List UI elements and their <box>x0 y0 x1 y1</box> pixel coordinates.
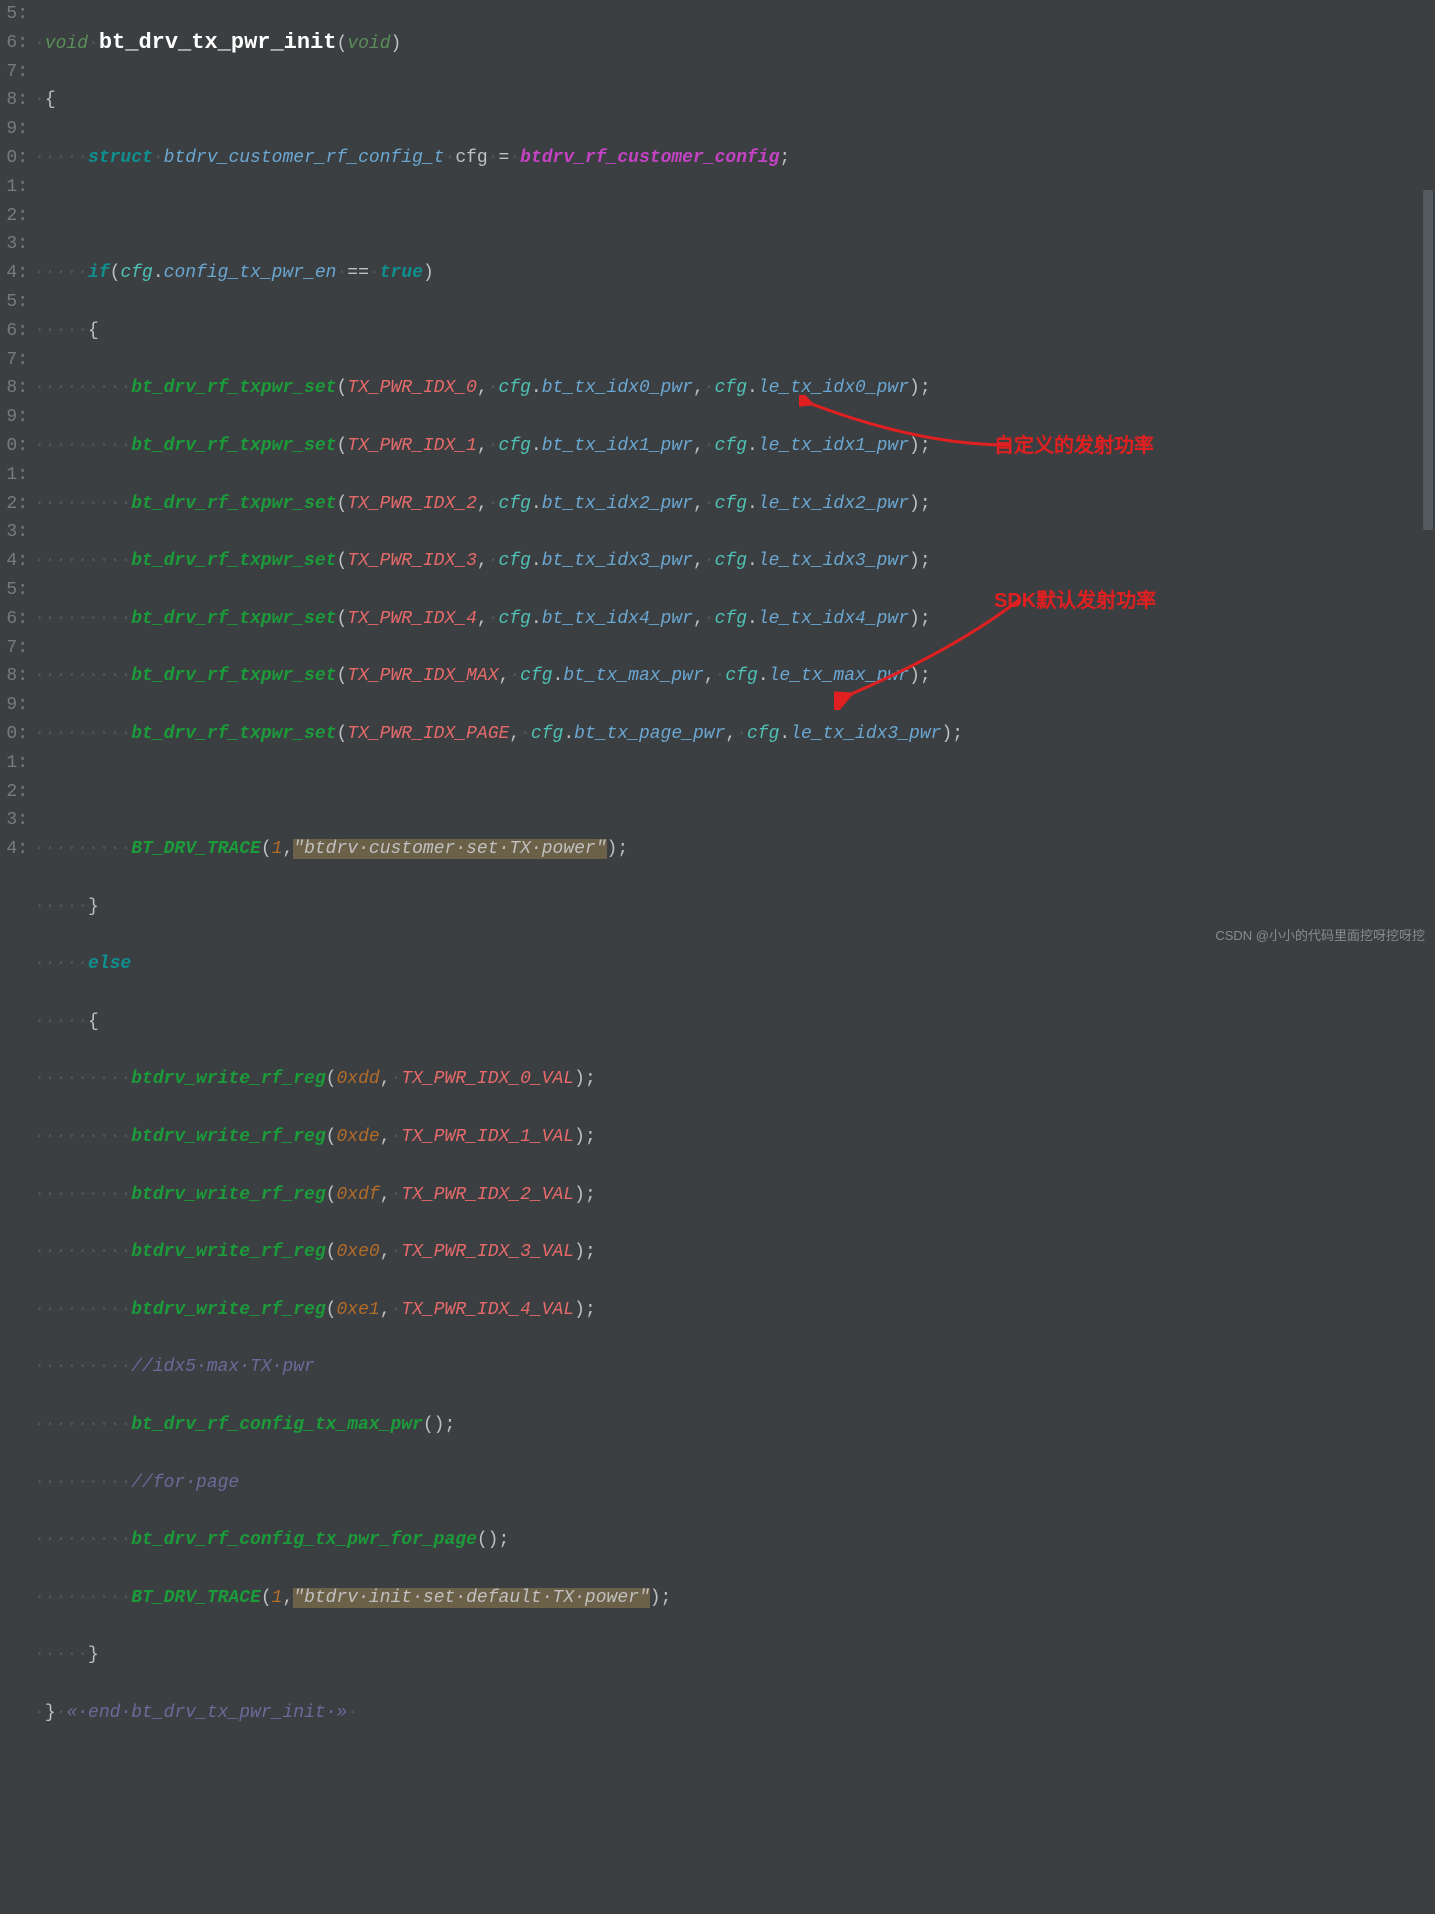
code-line[interactable]: ·········btdrv_write_rf_reg(0xde,·TX_PWR… <box>34 1123 1435 1152</box>
code-line[interactable]: ·········btdrv_write_rf_reg(0xe0,·TX_PWR… <box>34 1238 1435 1267</box>
code-line[interactable]: ·········bt_drv_rf_txpwr_set(TX_PWR_IDX_… <box>34 605 1435 634</box>
code-line[interactable]: ·········bt_drv_rf_txpwr_set(TX_PWR_IDX_… <box>34 490 1435 519</box>
annotation-sdk-default: SDK默认发射功率 <box>994 587 1156 616</box>
vertical-scrollbar[interactable] <box>1421 0 1435 957</box>
code-line[interactable]: ·········//for·page <box>34 1469 1435 1498</box>
code-line[interactable]: ·········btdrv_write_rf_reg(0xdd,·TX_PWR… <box>34 1065 1435 1094</box>
code-line[interactable]: ·········BT_DRV_TRACE(1,"btdrv·init·set·… <box>34 1584 1435 1613</box>
code-line[interactable]: ·····else <box>34 950 1435 979</box>
code-line[interactable] <box>34 202 1435 231</box>
code-line[interactable]: ·····} <box>34 893 1435 922</box>
code-line[interactable]: ·········bt_drv_rf_txpwr_set(TX_PWR_IDX_… <box>34 432 1435 461</box>
annotation-custom-power: 自定义的发射功率 <box>994 432 1154 461</box>
code-line[interactable]: ·{ <box>34 86 1435 115</box>
code-line[interactable]: ·····if(cfg.config_tx_pwr_en·==·true) <box>34 259 1435 288</box>
code-line[interactable] <box>34 778 1435 807</box>
code-line[interactable]: ·········bt_drv_rf_txpwr_set(TX_PWR_IDX_… <box>34 374 1435 403</box>
code-line[interactable]: ·········BT_DRV_TRACE(1,"btdrv·customer·… <box>34 835 1435 864</box>
code-line[interactable]: ·····{ <box>34 1008 1435 1037</box>
line-gutter: 5:6:7: 8:9:0: 1:2:3: 4:5:6: 7:8:9: 0:1:2… <box>0 0 34 957</box>
code-line[interactable]: ·}·«·end·bt_drv_tx_pwr_init·»· <box>34 1699 1435 1728</box>
code-line[interactable]: ·····struct·btdrv_customer_rf_config_t·c… <box>34 144 1435 173</box>
scrollbar-thumb[interactable] <box>1423 190 1433 530</box>
code-line[interactable]: ·········btdrv_write_rf_reg(0xe1,·TX_PWR… <box>34 1296 1435 1325</box>
code-line[interactable]: ·····} <box>34 1641 1435 1670</box>
watermark-text: CSDN @小小的代码里面挖呀挖呀挖 <box>1215 922 1425 951</box>
arrow-annotation-1-icon <box>799 395 1019 455</box>
code-line[interactable]: ·········bt_drv_rf_txpwr_set(TX_PWR_IDX_… <box>34 547 1435 576</box>
code-line[interactable]: ·········bt_drv_rf_txpwr_set(TX_PWR_IDX_… <box>34 720 1435 749</box>
code-line[interactable]: ·········bt_drv_rf_config_tx_pwr_for_pag… <box>34 1526 1435 1555</box>
code-line[interactable]: ·····{ <box>34 317 1435 346</box>
code-line[interactable]: ·········//idx5·max·TX·pwr <box>34 1353 1435 1382</box>
code-line[interactable]: ·········btdrv_write_rf_reg(0xdf,·TX_PWR… <box>34 1181 1435 1210</box>
code-line[interactable]: ·········bt_drv_rf_config_tx_max_pwr(); <box>34 1411 1435 1440</box>
code-area[interactable]: ·void·bt_drv_tx_pwr_init(void) ·{ ·····s… <box>34 0 1435 957</box>
code-editor[interactable]: 5:6:7: 8:9:0: 1:2:3: 4:5:6: 7:8:9: 0:1:2… <box>0 0 1435 957</box>
code-line[interactable]: ·········bt_drv_rf_txpwr_set(TX_PWR_IDX_… <box>34 662 1435 691</box>
code-line[interactable]: ·void·bt_drv_tx_pwr_init(void) <box>34 29 1435 58</box>
